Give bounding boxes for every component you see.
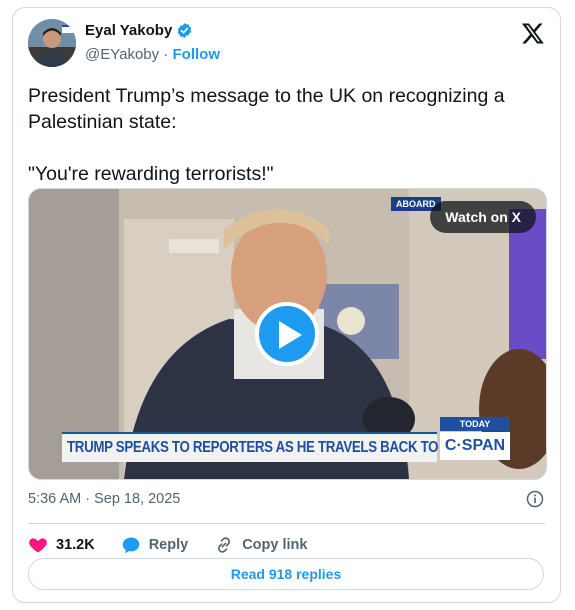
copy-link-button[interactable]: Copy link bbox=[214, 535, 307, 555]
like-button[interactable]: 31.2K bbox=[28, 535, 95, 555]
network-logo: C·SPAN bbox=[440, 432, 510, 460]
watch-on-x-button[interactable]: Watch on X bbox=[430, 201, 536, 233]
today-tag: TODAY bbox=[440, 417, 510, 431]
link-icon bbox=[218, 537, 231, 553]
info-icon[interactable] bbox=[525, 489, 545, 509]
divider bbox=[28, 523, 545, 524]
chyron-text: TRUMP SPEAKS TO REPORTERS AS HE TRAVELS … bbox=[67, 439, 467, 456]
x-logo-icon[interactable] bbox=[521, 21, 545, 45]
reply-icon bbox=[122, 537, 140, 554]
follow-button[interactable]: Follow bbox=[173, 46, 221, 63]
tweet-text: President Trump’s message to the UK on r… bbox=[28, 85, 505, 185]
author-name-row: Eyal Yakoby bbox=[85, 22, 193, 39]
verified-badge-icon bbox=[178, 23, 192, 38]
author-handle[interactable]: @EYakoby bbox=[85, 46, 159, 63]
copy-link-label: Copy link bbox=[242, 537, 308, 553]
like-count: 31.2K bbox=[56, 537, 95, 553]
action-bar: 31.2K Reply Copy link bbox=[28, 528, 333, 562]
heart-icon bbox=[29, 538, 47, 553]
video-player[interactable]: ABOARD Watch on X TODAY TRUMP SPEAKS TO … bbox=[28, 188, 547, 480]
news-chyron: TRUMP SPEAKS TO REPORTERS AS HE TRAVELS … bbox=[62, 432, 466, 462]
author-display-name[interactable]: Eyal Yakoby bbox=[85, 22, 172, 39]
play-button[interactable] bbox=[255, 302, 319, 366]
timestamp[interactable]: 5:36 AM · Sep 18, 2025 bbox=[28, 491, 180, 507]
play-icon bbox=[279, 321, 302, 349]
reply-label: Reply bbox=[148, 537, 189, 553]
avatar[interactable] bbox=[28, 19, 76, 67]
reply-button[interactable]: Reply bbox=[121, 535, 189, 555]
separator-dot: · bbox=[163, 46, 169, 63]
tweet-card: Eyal Yakoby @EYakoby · Follow President … bbox=[12, 7, 561, 603]
read-replies-button[interactable]: Read 918 replies bbox=[28, 558, 544, 590]
author-handle-row: @EYakoby · Follow bbox=[85, 46, 220, 63]
